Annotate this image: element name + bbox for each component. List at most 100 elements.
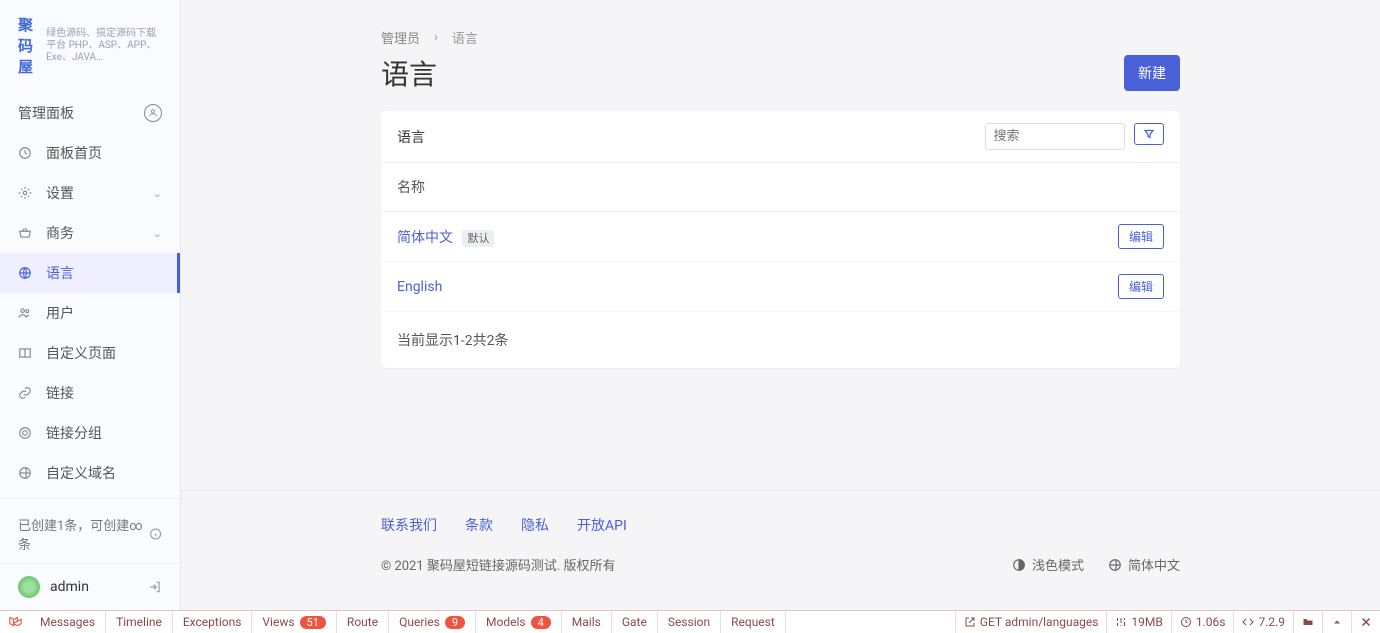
username: admin — [50, 579, 89, 595]
main: 管理员 › 语言 语言 新建 语言 — [181, 0, 1380, 610]
sidebar-item-dashboard[interactable]: 面板首页 — [0, 133, 180, 173]
content-card: 语言 名称 简体中文 默认 编辑 — [381, 111, 1180, 368]
folder-icon — [1302, 616, 1314, 628]
exit-icon[interactable] — [148, 580, 162, 594]
sidebar-title: 管理面板 — [18, 103, 74, 123]
sidebar-item-pixels[interactable]: 像素 — [0, 493, 180, 498]
footer-link-api[interactable]: 开放API — [577, 515, 627, 535]
debugbar-tab-queries[interactable]: Queries9 — [389, 611, 476, 633]
quota-info: 已创建1条，可创建∞条 — [0, 498, 180, 563]
footer: 联系我们 条款 隐私 开放API © 2021 聚码屋短链接源码测试. 版权所有… — [181, 490, 1380, 610]
logo-tagline: 绿色源码、搞定源码下载平台 PHP、ASP、APP、Exe、JAVA… — [46, 28, 162, 64]
globe-icon — [18, 466, 34, 480]
sidebar-item-business[interactable]: 商务 ⌄ — [0, 213, 180, 253]
chevron-down-icon: ⌄ — [153, 187, 162, 200]
share-icon — [964, 616, 976, 628]
debugbar-tab-route[interactable]: Route — [337, 611, 389, 633]
search-input[interactable] — [985, 123, 1125, 150]
sidebar-item-languages[interactable]: 语言 — [0, 253, 180, 293]
nav: 面板首页 设置 ⌄ 商务 ⌄ 语言 用户 自定义页面 — [0, 133, 180, 498]
sidebar-item-links[interactable]: 链接 — [0, 373, 180, 413]
columns-icon — [18, 346, 34, 360]
debugbar-route[interactable]: GET admin/languages — [955, 611, 1107, 633]
row-name-link[interactable]: English — [397, 279, 442, 295]
debugbar-tab-session[interactable]: Session — [658, 611, 721, 633]
info-icon[interactable] — [149, 527, 162, 541]
debugbar-tab-models[interactable]: Models4 — [476, 611, 562, 633]
dashboard-icon — [18, 146, 34, 160]
debugbar-tab-exceptions[interactable]: Exceptions — [173, 611, 253, 633]
debugbar-version[interactable]: 7.2.9 — [1233, 611, 1293, 633]
table-header: 名称 — [381, 163, 1180, 212]
debugbar-tab-timeline[interactable]: Timeline — [106, 611, 173, 633]
sidebar-item-domains[interactable]: 自定义域名 — [0, 453, 180, 493]
page-title: 语言 — [381, 53, 437, 93]
debugbar-tab-request[interactable]: Request — [721, 611, 786, 633]
debugbar-collapse-button[interactable] — [1322, 611, 1351, 633]
new-button[interactable]: 新建 — [1124, 55, 1180, 91]
laravel-icon[interactable] — [0, 615, 30, 630]
debugbar: Messages Timeline Exceptions Views51 Rou… — [0, 610, 1380, 633]
contrast-icon — [1012, 558, 1026, 572]
filter-button[interactable] — [1134, 123, 1164, 145]
footer-link-contact[interactable]: 联系我们 — [381, 515, 437, 535]
sidebar-item-pages[interactable]: 自定义页面 — [0, 333, 180, 373]
chevron-up-icon — [1331, 616, 1343, 628]
sidebar-item-label: 链接分组 — [46, 423, 102, 443]
breadcrumb: 管理员 › 语言 — [381, 28, 1180, 47]
sidebar-section-header: 管理面板 — [0, 89, 180, 133]
close-icon — [1360, 616, 1372, 628]
footer-link-privacy[interactable]: 隐私 — [521, 515, 549, 535]
debugbar-tab-messages[interactable]: Messages — [30, 611, 106, 633]
debugbar-time[interactable]: 1.06s — [1171, 611, 1234, 633]
sidebar: 聚码屋 绿色源码、搞定源码下载平台 PHP、ASP、APP、Exe、JAVA… … — [0, 0, 181, 610]
debugbar-close-button[interactable] — [1351, 611, 1380, 633]
sliders-icon — [1115, 616, 1127, 628]
globe-icon — [1108, 558, 1122, 572]
users-icon — [18, 306, 34, 320]
column-name: 名称 — [397, 180, 425, 196]
edit-button[interactable]: 编辑 — [1118, 224, 1164, 249]
user-circle-icon[interactable] — [144, 104, 162, 122]
pagination-summary: 当前显示1-2共2条 — [381, 312, 1180, 368]
globe-icon — [18, 266, 34, 280]
sidebar-item-users[interactable]: 用户 — [0, 293, 180, 333]
default-badge: 默认 — [462, 230, 494, 247]
sidebar-item-label: 自定义域名 — [46, 463, 116, 483]
sidebar-item-link-groups[interactable]: 链接分组 — [0, 413, 180, 453]
avatar — [18, 576, 40, 598]
sidebar-item-label: 用户 — [46, 303, 74, 323]
debugbar-tab-views[interactable]: Views51 — [252, 611, 337, 633]
user-menu[interactable]: admin — [0, 563, 180, 610]
target-icon — [18, 426, 34, 440]
language-toggle[interactable]: 简体中文 — [1108, 555, 1180, 574]
row-name-link[interactable]: 简体中文 — [397, 230, 453, 246]
chevron-down-icon: ⌄ — [153, 227, 162, 240]
sidebar-item-label: 语言 — [46, 263, 74, 283]
code-icon — [1242, 616, 1254, 628]
debugbar-tab-mails[interactable]: Mails — [562, 611, 612, 633]
debugbar-memory[interactable]: 19MB — [1106, 611, 1170, 633]
debugbar-folder-button[interactable] — [1293, 611, 1322, 633]
gear-icon — [18, 186, 34, 200]
sidebar-item-settings[interactable]: 设置 ⌄ — [0, 173, 180, 213]
logo-brand: 聚码屋 — [18, 14, 38, 77]
sidebar-item-label: 商务 — [46, 223, 74, 243]
footer-links: 联系我们 条款 隐私 开放API — [381, 515, 1180, 535]
basket-icon — [18, 226, 34, 240]
debugbar-tab-gate[interactable]: Gate — [612, 611, 658, 633]
sidebar-item-label: 设置 — [46, 183, 74, 203]
sidebar-item-label: 链接 — [46, 383, 74, 403]
breadcrumb-item[interactable]: 管理员 — [381, 28, 420, 47]
chevron-right-icon: › — [434, 30, 438, 45]
breadcrumb-item: 语言 — [452, 28, 478, 47]
clock-icon — [1180, 616, 1192, 628]
logo[interactable]: 聚码屋 绿色源码、搞定源码下载平台 PHP、ASP、APP、Exe、JAVA… — [0, 0, 180, 89]
sidebar-item-label: 自定义页面 — [46, 343, 116, 363]
card-title: 语言 — [397, 127, 425, 147]
table-row: 简体中文 默认 编辑 — [381, 212, 1180, 262]
edit-button[interactable]: 编辑 — [1118, 274, 1164, 299]
theme-toggle[interactable]: 浅色模式 — [1012, 555, 1084, 574]
link-icon — [18, 386, 34, 400]
footer-link-terms[interactable]: 条款 — [465, 515, 493, 535]
